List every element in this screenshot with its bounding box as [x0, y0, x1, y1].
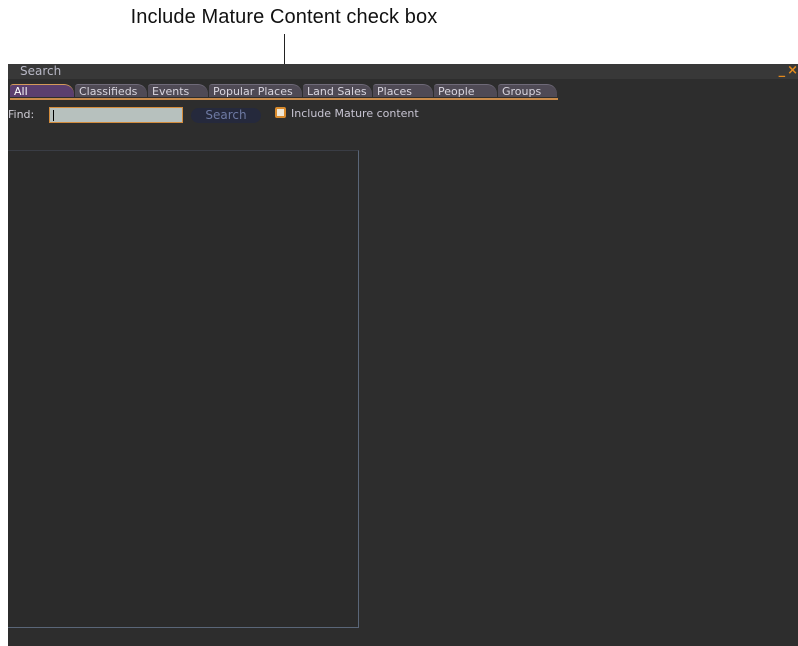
search-window: Search _ × All Classifieds Events Popular… [8, 64, 798, 646]
include-mature-checkbox[interactable] [275, 107, 286, 118]
callout-label: Include Mature Content check box [130, 6, 438, 28]
minimize-icon[interactable]: _ [779, 64, 786, 78]
tab-events[interactable]: Events [148, 84, 208, 98]
find-label: Find: [8, 108, 35, 121]
window-controls: _ × [777, 64, 798, 78]
tab-popular-places[interactable]: Popular Places [209, 84, 302, 98]
window-title: Search [20, 64, 62, 78]
tab-land-sales[interactable]: Land Sales [303, 84, 372, 98]
tab-classifieds[interactable]: Classifieds [75, 84, 147, 98]
results-list[interactable] [8, 150, 359, 628]
search-button[interactable]: Search [191, 108, 261, 123]
search-input[interactable] [49, 107, 183, 123]
tab-people[interactable]: People [434, 84, 497, 98]
text-caret [53, 110, 54, 121]
close-icon[interactable]: × [787, 64, 798, 78]
tab-groups[interactable]: Groups [498, 84, 557, 98]
tab-underline [10, 98, 558, 100]
tab-places[interactable]: Places [373, 84, 433, 98]
title-bar[interactable]: Search _ × [8, 64, 798, 79]
tab-all[interactable]: All [10, 84, 74, 98]
include-mature-label[interactable]: Include Mature content [291, 107, 419, 120]
